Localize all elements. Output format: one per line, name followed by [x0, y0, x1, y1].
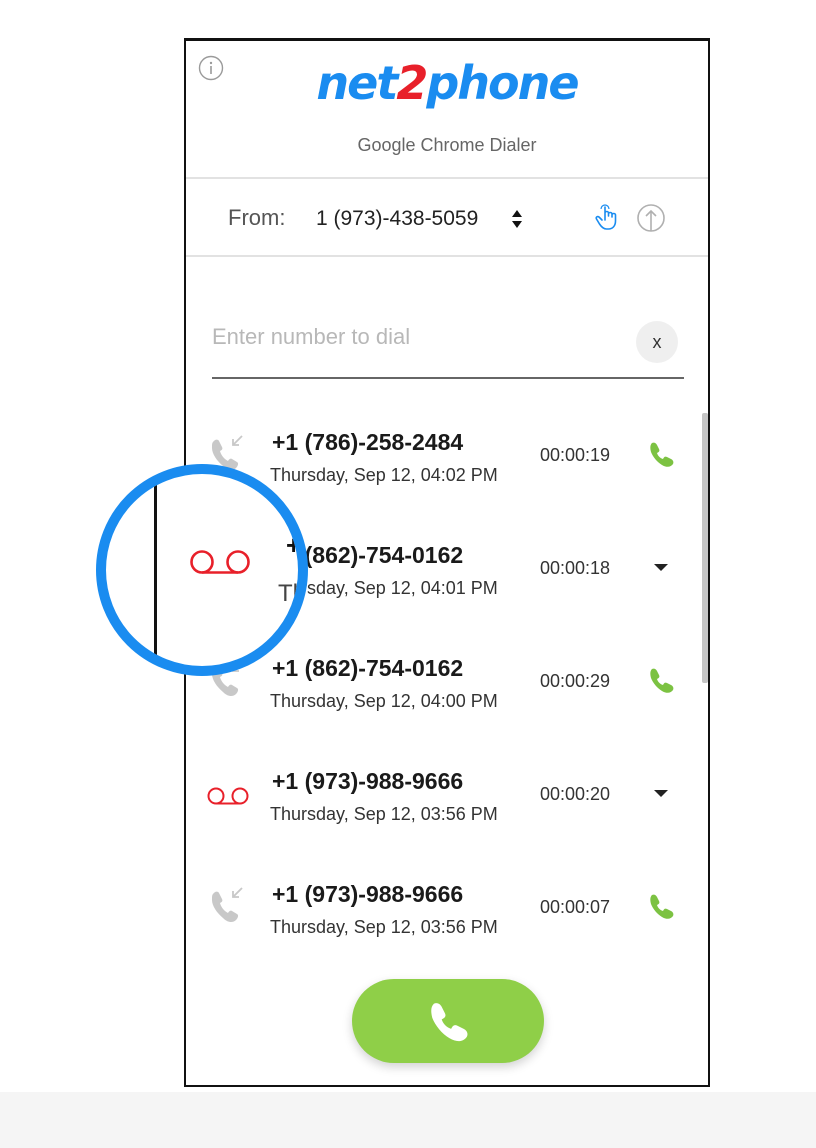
call-number: +1 (786)-258-2484 — [272, 429, 464, 455]
from-label: From: — [228, 205, 286, 230]
logo-text-net: net — [316, 56, 398, 110]
dial-call-button[interactable] — [352, 979, 544, 1063]
voicemail-icon — [207, 787, 249, 805]
phone-icon — [650, 894, 674, 919]
caret-down-icon — [654, 790, 668, 797]
magnified-text-fragment: + — [286, 530, 302, 560]
logo-text-phone: phone — [426, 56, 579, 110]
caret-down-icon — [654, 564, 668, 571]
from-row: From: 1 (973)-438-5059 — [186, 199, 708, 239]
call-duration: 00:00:29 — [540, 671, 611, 691]
header-divider — [186, 177, 708, 179]
from-divider — [186, 255, 708, 257]
call-duration: 00:00:20 — [540, 784, 611, 804]
call-date: Thursday, Sep 12, 03:56 PM — [270, 917, 498, 937]
call-date: Thursday, Sep 12, 04:00 PM — [270, 691, 498, 711]
call-number: +1 (862)-754-0162 — [272, 655, 464, 681]
voicemail-icon — [190, 550, 250, 574]
app-subtitle: Google Chrome Dialer — [357, 135, 537, 155]
call-row[interactable]: +1 (862)-754-0162 Thursday, Sep 12, 04:0… — [186, 641, 698, 754]
call-duration: 00:00:19 — [540, 445, 611, 465]
from-number-select[interactable]: 1 (973)-438-5059 — [316, 207, 478, 231]
phone-icon — [650, 442, 674, 467]
page-bottom-band — [0, 1092, 816, 1148]
phone-icon — [431, 1003, 468, 1042]
call-date: Thursday, Sep 12, 03:56 PM — [270, 804, 498, 824]
expand-voicemail-button[interactable] — [644, 776, 678, 810]
magnified-window-edge — [154, 474, 157, 666]
dial-number-input[interactable] — [212, 317, 612, 357]
call-date: Thursday, Sep 12, 04:02 PM — [270, 465, 498, 485]
magnified-text-fragment: Th — [278, 580, 307, 607]
net2phone-logo: net2phone — [186, 53, 708, 113]
call-number: +1 (973)-988-9666 — [272, 768, 464, 794]
hand-pointer-icon[interactable] — [594, 203, 622, 233]
call-duration: 00:00:07 — [540, 897, 611, 917]
call-number: +1 (973)-988-9666 — [272, 881, 464, 907]
call-back-button[interactable] — [644, 437, 678, 471]
sort-chevron-icon[interactable] — [510, 207, 524, 231]
call-row[interactable]: +1 (973)-988-9666 Thursday, Sep 12, 03:5… — [186, 867, 698, 980]
phone-icon — [650, 668, 674, 693]
expand-voicemail-button[interactable] — [644, 550, 678, 584]
clear-input-button[interactable]: x — [636, 321, 678, 363]
call-back-button[interactable] — [644, 663, 678, 697]
call-list-scrollbar[interactable] — [702, 413, 708, 683]
logo-text-2: 2 — [396, 56, 428, 110]
upload-icon[interactable] — [636, 203, 666, 233]
call-duration: 00:00:18 — [540, 558, 611, 578]
magnifier-callout: + Th — [96, 464, 308, 676]
call-back-button[interactable] — [644, 889, 678, 923]
call-row[interactable]: +1 (973)-988-9666 Thursday, Sep 12, 03:5… — [186, 754, 698, 867]
incoming-call-icon — [212, 887, 243, 923]
input-underline — [212, 377, 684, 379]
